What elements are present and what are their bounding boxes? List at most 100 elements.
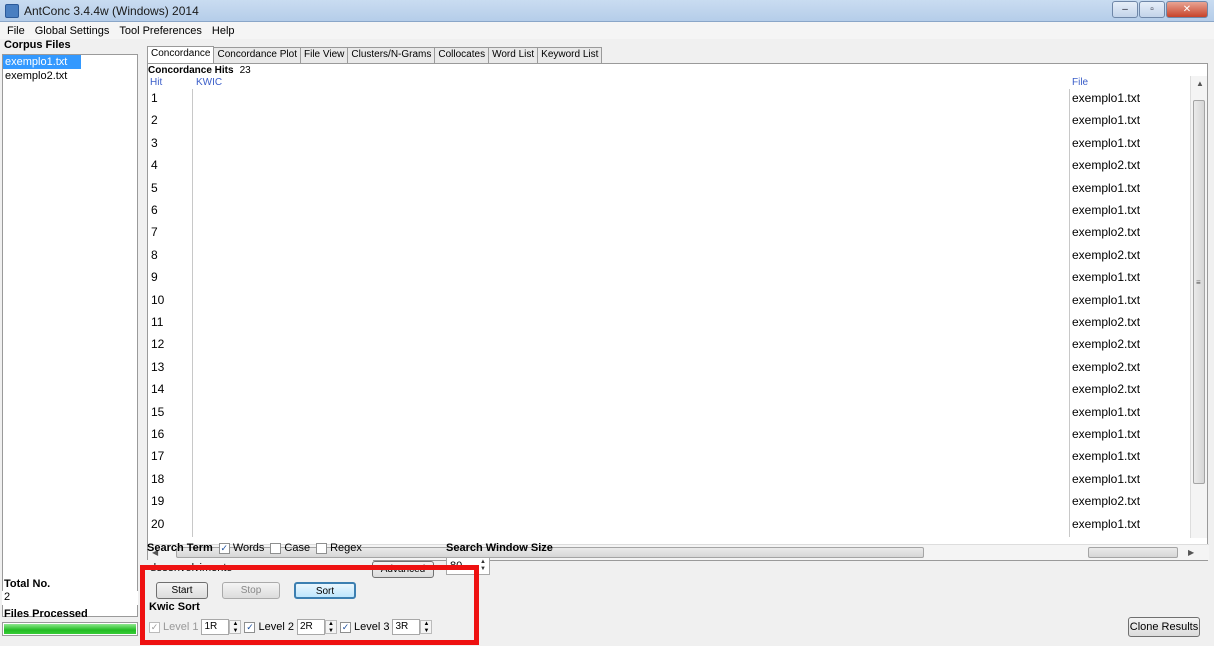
vertical-scroll-thumb[interactable] <box>1193 100 1205 484</box>
file-name[interactable]: exemplo1.txt <box>1072 403 1188 422</box>
window-title: AntConc 3.4.4w (Windows) 2014 <box>24 4 199 18</box>
level1-input[interactable]: 1R <box>201 619 230 635</box>
file-name[interactable]: exemplo2.txt <box>1072 223 1188 242</box>
file-name[interactable]: exemplo2.txt <box>1072 335 1188 354</box>
table-row[interactable]: 5ão importante para o futuro da humanida… <box>148 179 1188 198</box>
table-row[interactable]: 7ão, fortalecer a pesquisa pura e aplica… <box>148 223 1188 242</box>
hit-number: 17 <box>151 449 165 464</box>
table-row[interactable]: 4nte a campanha afirmei que meu segundo … <box>148 156 1188 175</box>
level3-checkbox[interactable]: ✓ <box>339 621 351 633</box>
col-header-file[interactable]: File <box>1072 77 1088 88</box>
file-name[interactable]: exemplo2.txt <box>1072 156 1188 175</box>
corpus-file-list[interactable]: exemplo1.txt exemplo2.txt <box>2 54 138 617</box>
file-name[interactable]: exemplo1.txt <box>1072 134 1188 153</box>
menu-global-settings[interactable]: Global Settings <box>30 25 115 37</box>
file-name[interactable]: exemplo1.txt <box>1072 89 1188 108</box>
tab-clusters[interactable]: Clusters/N-Grams <box>347 47 436 63</box>
file-item[interactable]: exemplo2.txt <box>3 69 137 83</box>
clone-results-button[interactable]: Clone Results <box>1128 617 1200 637</box>
table-row[interactable]: 19ente, que este crescimento esteja inse… <box>148 492 1188 511</box>
level2-checkbox[interactable]: ✓ <box>244 621 256 633</box>
file-name[interactable]: exemplo1.txt <box>1072 447 1188 466</box>
level1-label: Level 1 <box>163 621 199 633</box>
file-name[interactable]: exemplo1.txt <box>1072 515 1188 534</box>
table-row[interactable]: 10fundamental desse pacto pela mudança s… <box>148 291 1188 310</box>
spinner-arrows-icon[interactable]: ▲ ▼ <box>478 559 488 573</box>
level2-spinner-icon[interactable]: ▲ ▼ <box>324 620 337 634</box>
total-no-value: 2 <box>2 591 138 605</box>
file-name[interactable]: exemplo2.txt <box>1072 313 1188 332</box>
table-row[interactable]: 12de direitos, será cada vez mais estrut… <box>148 335 1188 354</box>
table-row[interactable]: 18s foros é preservar os espaços de flex… <box>148 470 1188 489</box>
hit-number: 10 <box>151 292 165 307</box>
file-name[interactable]: exemplo1.txt <box>1072 268 1188 287</box>
table-row[interactable]: 2ao direito soberano do povo brasileiro … <box>148 111 1188 130</box>
table-row[interactable]: 6sentativo da realidade contemporânea co… <box>148 201 1188 220</box>
hit-number: 3 <box>151 135 158 150</box>
stop-button[interactable]: Stop <box>222 582 280 599</box>
hit-number: 11 <box>151 315 164 329</box>
menu-help[interactable]: Help <box>207 25 240 37</box>
file-name[interactable]: exemplo1.txt <box>1072 179 1188 198</box>
table-row[interactable]: 20janelas ao mundo. O Brasil pode e deve… <box>148 515 1188 534</box>
table-row[interactable]: 1mplo do Japão. Aprofundaremos as relaçõ… <box>148 89 1188 108</box>
menu-file[interactable]: File <box>2 25 30 37</box>
hits-count: 23 <box>239 65 251 76</box>
tab-concordance[interactable]: Concordance <box>147 46 215 63</box>
scroll-up-icon[interactable]: ▲ <box>1196 79 1204 88</box>
close-button[interactable]: ✕ <box>1166 1 1208 18</box>
file-name[interactable]: exemplo1.txt <box>1072 201 1188 220</box>
file-name[interactable]: exemplo1.txt <box>1072 291 1188 310</box>
hit-number: 20 <box>151 516 165 531</box>
vertical-scrollbar[interactable]: ▲ ≡ <box>1190 76 1207 538</box>
hit-number: 19 <box>151 494 165 509</box>
file-name[interactable]: exemplo1.txt <box>1072 111 1188 130</box>
corpus-sidebar: Corpus Files exemplo1.txt exemplo2.txt T… <box>0 39 142 646</box>
file-name[interactable]: exemplo1.txt <box>1072 470 1188 489</box>
words-checkbox[interactable]: ✓ <box>218 542 230 554</box>
hit-number: 7 <box>151 225 158 240</box>
app-icon <box>5 4 19 18</box>
concordance-hits: Concordance Hits 23 <box>148 65 251 76</box>
tab-file-view[interactable]: File View <box>299 47 349 63</box>
level2-input[interactable]: 2R <box>296 619 325 635</box>
file-column-scroll-thumb[interactable] <box>1088 547 1178 558</box>
file-name[interactable]: exemplo1.txt <box>1072 425 1188 444</box>
table-row[interactable]: 9e para que o país volte a navegar no ma… <box>148 268 1188 287</box>
scroll-right-icon[interactable]: ▶ <box>1188 548 1194 557</box>
kwic-table: 1mplo do Japão. Aprofundaremos as relaçõ… <box>148 89 1188 537</box>
hit-number: 14 <box>151 382 165 397</box>
table-row[interactable]: 16a agrária. Esse conjunto de reformas v… <box>148 425 1188 444</box>
table-row[interactable]: 15à deriva, ao sabor dos ventos, carente… <box>148 403 1188 422</box>
file-name[interactable]: exemplo2.txt <box>1072 358 1188 377</box>
table-row[interactable]: 8agrária pacífica e produtiva, a economi… <box>148 246 1188 265</box>
level1-spinner-icon[interactable]: ▲ ▼ <box>229 620 242 634</box>
hit-number: 2 <box>151 113 158 128</box>
table-row[interactable]: 3obter regras mais justas e adequadas à … <box>148 134 1188 153</box>
table-row[interactable]: 13eletricidade. Vamos estabelecer, com o… <box>148 358 1188 377</box>
tab-concordance-plot[interactable]: Concordance Plot <box>213 47 301 63</box>
col-header-hit[interactable]: Hit <box>150 77 162 88</box>
tab-word-list[interactable]: Word List <box>488 47 539 63</box>
tab-keyword-list[interactable]: Keyword List <box>537 47 603 63</box>
file-name[interactable]: exemplo2.txt <box>1072 380 1188 399</box>
hits-label: Concordance Hits <box>148 65 234 76</box>
file-item[interactable]: exemplo1.txt <box>3 55 81 69</box>
table-row[interactable]: 11entre as regiões o principal instrumen… <box>148 313 1188 332</box>
file-name[interactable]: exemplo2.txt <box>1072 492 1188 511</box>
table-row[interactable]: 14a Brasileira de Desenvolvimento Indust… <box>148 380 1188 399</box>
case-checkbox[interactable] <box>270 542 282 554</box>
start-button[interactable]: Start <box>156 582 208 599</box>
file-name[interactable]: exemplo2.txt <box>1072 246 1188 265</box>
minimize-button[interactable]: – <box>1112 1 1138 18</box>
maximize-button[interactable]: ▫ <box>1139 1 1165 18</box>
menu-tool-preferences[interactable]: Tool Preferences <box>114 25 207 37</box>
table-row[interactable]: 17r uma perspectiva humanista e será, an… <box>148 447 1188 466</box>
tool-tabs: Concordance Concordance Plot File View C… <box>147 46 603 63</box>
level3-spinner-icon[interactable]: ▲ ▼ <box>420 620 433 634</box>
col-header-kwic[interactable]: KWIC <box>196 77 222 88</box>
tab-collocates[interactable]: Collocates <box>434 47 490 63</box>
regex-checkbox[interactable] <box>316 542 328 554</box>
level3-input[interactable]: 3R <box>392 619 421 635</box>
sort-button[interactable]: Sort <box>294 582 356 599</box>
